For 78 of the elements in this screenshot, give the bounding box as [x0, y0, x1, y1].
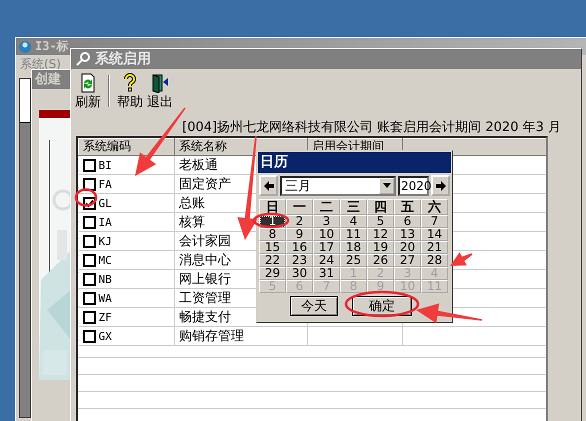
system-code: WA: [98, 292, 112, 304]
dialog-title: 日历: [258, 152, 451, 173]
checkbox[interactable]: [82, 216, 96, 228]
previous-button[interactable]: [259, 175, 278, 196]
system-code: BI: [98, 158, 112, 172]
system-code: NB: [98, 272, 112, 286]
day-cell[interactable]: 14: [421, 228, 448, 241]
system-code: KJ: [98, 234, 112, 248]
system-code: FA: [98, 178, 112, 190]
toolbar-button[interactable]: 退出: [145, 73, 175, 111]
day-cell[interactable]: 4: [340, 215, 367, 228]
weekday-header: 二: [313, 199, 340, 215]
checkbox[interactable]: [82, 158, 96, 172]
weekday-header: 三: [340, 199, 367, 215]
day-cell[interactable]: 6: [394, 215, 421, 228]
day-cell[interactable]: 24: [313, 254, 340, 267]
day-cell[interactable]: 26: [367, 254, 394, 267]
checkbox[interactable]: [82, 292, 96, 304]
system-code: IA: [98, 216, 112, 228]
day-cell[interactable]: 8: [259, 228, 286, 241]
right-arrow-icon: [434, 180, 446, 192]
toolbar-button[interactable]: 帮助: [115, 73, 145, 111]
day-cell[interactable]: 19: [367, 241, 394, 254]
checkbox[interactable]: [82, 178, 96, 190]
checkbox[interactable]: [82, 310, 96, 324]
day-cell[interactable]: 21: [421, 241, 448, 254]
day-cell[interactable]: 30: [286, 267, 313, 280]
day-cell[interactable]: 13: [394, 228, 421, 241]
day-cell[interactable]: 17: [313, 241, 340, 254]
checkbox[interactable]: [82, 330, 96, 342]
day-cell[interactable]: 18: [340, 241, 367, 254]
day-cell[interactable]: 31: [313, 267, 340, 280]
today-button[interactable]: 今天: [290, 296, 338, 316]
checkbox[interactable]: [82, 272, 96, 286]
period-info: [004]扬州七龙网络科技有限公司 账套启用会计期间 2020 年3 月: [181, 119, 562, 136]
caret-icon: [382, 183, 390, 188]
table-cell: 购销存管理: [174, 326, 308, 346]
day-cell[interactable]: 27: [394, 254, 421, 267]
year-field[interactable]: 2020: [398, 176, 429, 196]
column-header[interactable]: 系统编码: [78, 138, 174, 156]
left-arrow-icon: [262, 180, 274, 192]
system-code: MC: [98, 254, 112, 266]
checkbox[interactable]: [82, 234, 96, 248]
system-code: GX: [98, 330, 112, 342]
system-code: ZF: [98, 310, 112, 324]
next-button[interactable]: [431, 175, 450, 196]
day-cell[interactable]: 12: [367, 228, 394, 241]
day-cell[interactable]: 29: [259, 267, 286, 280]
checkmark-icon: [84, 198, 94, 208]
day-cell[interactable]: 7: [421, 215, 448, 228]
door-icon: [150, 73, 170, 93]
day-cell[interactable]: 9: [286, 228, 313, 241]
day-cell[interactable]: 23: [286, 254, 313, 267]
app-icon: [18, 40, 32, 54]
weekday-header: 一: [286, 199, 313, 215]
day-cell[interactable]: 3: [313, 215, 340, 228]
weekday-header: 六: [421, 199, 448, 215]
annotation-arrow: [416, 303, 482, 324]
month-dropdown[interactable]: 三月: [280, 176, 396, 196]
window-title: 系统启用: [95, 50, 151, 68]
window-title: I3-标: [35, 38, 69, 55]
annotation-circle: [74, 188, 98, 207]
day-cell[interactable]: 20: [394, 241, 421, 254]
day-cell[interactable]: 11: [340, 228, 367, 241]
weekday-header: 五: [394, 199, 421, 215]
weekday-header: 四: [367, 199, 394, 215]
day-cell[interactable]: 15: [259, 241, 286, 254]
day-cell[interactable]: 10: [313, 228, 340, 241]
system-code: GL: [98, 196, 112, 210]
day-cell[interactable]: 28: [421, 254, 448, 267]
day-cell[interactable]: 22: [259, 254, 286, 267]
annotation-arrow: [450, 252, 472, 266]
day-cell[interactable]: 2: [286, 215, 313, 228]
day-cell[interactable]: 16: [286, 241, 313, 254]
day-cell[interactable]: 5: [367, 215, 394, 228]
checkbox[interactable]: [82, 254, 96, 266]
day-cell[interactable]: 25: [340, 254, 367, 267]
annotation-circle: [252, 212, 290, 228]
